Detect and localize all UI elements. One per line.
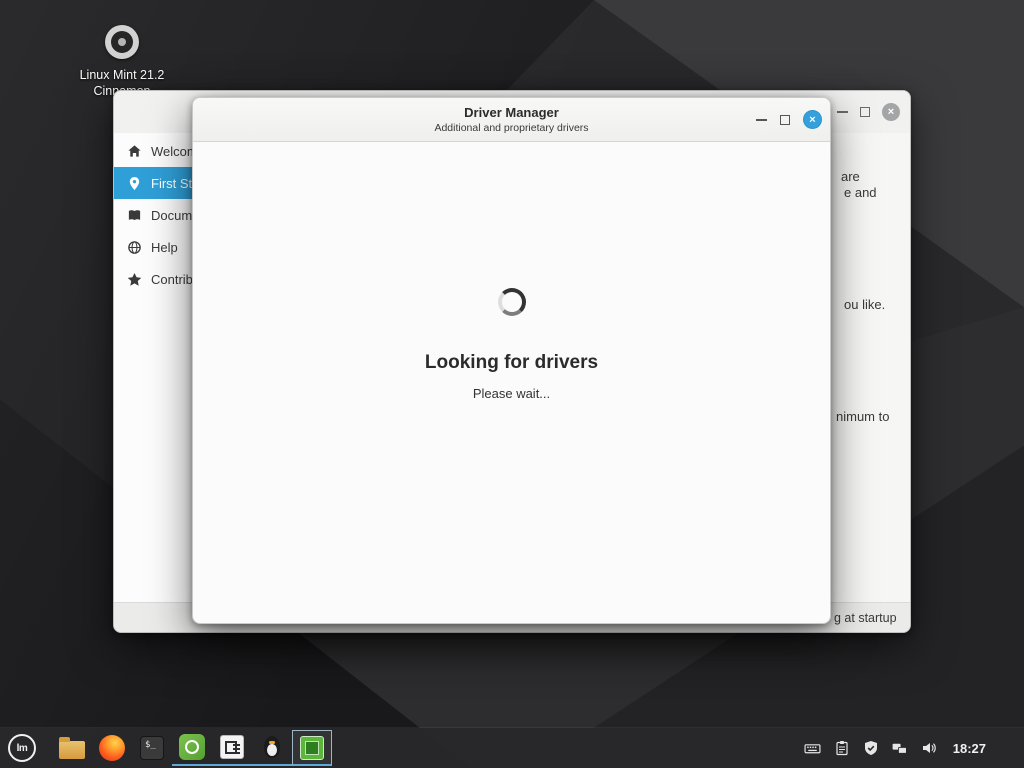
taskbar-item-editor[interactable] (212, 730, 252, 766)
star-icon (127, 272, 142, 287)
content-text-fragment: e and (844, 185, 877, 200)
minimize-icon[interactable] (756, 119, 767, 121)
content-text-fragment: are (841, 169, 860, 184)
firefox-icon (99, 735, 125, 761)
shield-updates-icon[interactable] (862, 739, 880, 757)
text-editor-icon (220, 735, 244, 759)
window-title: Driver Manager (464, 105, 559, 120)
driver-manager-window: Driver Manager Additional and proprietar… (192, 97, 831, 624)
taskbar-item-welcome[interactable] (172, 730, 212, 766)
maximize-icon[interactable] (860, 107, 870, 117)
content-text-fragment: ou like. (844, 297, 885, 312)
driver-manager-app-icon (300, 736, 324, 760)
penguin-belly (267, 744, 277, 756)
volume-icon[interactable] (920, 739, 938, 757)
terminal-launcher[interactable]: $_ (132, 730, 172, 766)
sidebar-item-label: Help (151, 240, 178, 255)
help-globe-icon (127, 240, 142, 255)
taskbar-item-driver-manager-active[interactable] (292, 730, 332, 766)
close-icon[interactable]: × (803, 110, 822, 129)
status-heading: Looking for drivers (425, 352, 598, 374)
content-text-fragment: nimum to (836, 409, 889, 424)
taskbar-item-penguin-app[interactable] (252, 730, 292, 766)
book-icon (127, 208, 142, 223)
shortcut-label-line1: Linux Mint 21.2 (52, 67, 192, 83)
status-subtext: Please wait... (473, 386, 550, 401)
pin-icon (127, 176, 142, 191)
folder-icon (59, 741, 85, 759)
mint-logo-icon: lm (17, 743, 28, 754)
window-subtitle: Additional and proprietary drivers (434, 122, 588, 134)
startup-checkbox-label-fragment[interactable]: g at startup (834, 611, 897, 625)
keyboard-layout-icon[interactable] (804, 739, 822, 757)
close-icon[interactable]: × (882, 103, 900, 121)
clipboard-icon[interactable] (833, 739, 851, 757)
penguin-icon (259, 734, 285, 760)
welcome-app-icon (179, 734, 205, 760)
loading-spinner-icon (498, 288, 526, 316)
mint-menu-button[interactable]: lm (8, 734, 36, 762)
bottom-panel: lm $_ (0, 728, 1024, 768)
driver-manager-body: Looking for drivers Please wait... (193, 142, 830, 623)
firefox-launcher[interactable] (92, 730, 132, 766)
desktop: Linux Mint 21.2 Cinnamon × Welcome First… (0, 0, 1024, 768)
install-disc-icon (105, 25, 139, 59)
network-icon[interactable] (891, 739, 909, 757)
minimize-icon[interactable] (837, 111, 848, 113)
home-icon (127, 144, 142, 159)
files-launcher[interactable] (52, 730, 92, 766)
maximize-icon[interactable] (780, 115, 790, 125)
desktop-shortcut-install[interactable]: Linux Mint 21.2 Cinnamon (52, 25, 192, 99)
clock[interactable]: 18:27 (953, 741, 986, 756)
penguin-beak (269, 741, 275, 744)
terminal-icon: $_ (140, 736, 164, 760)
driver-manager-titlebar[interactable]: Driver Manager Additional and proprietar… (193, 98, 830, 142)
terminal-prompt-glyph: $ (145, 740, 150, 750)
